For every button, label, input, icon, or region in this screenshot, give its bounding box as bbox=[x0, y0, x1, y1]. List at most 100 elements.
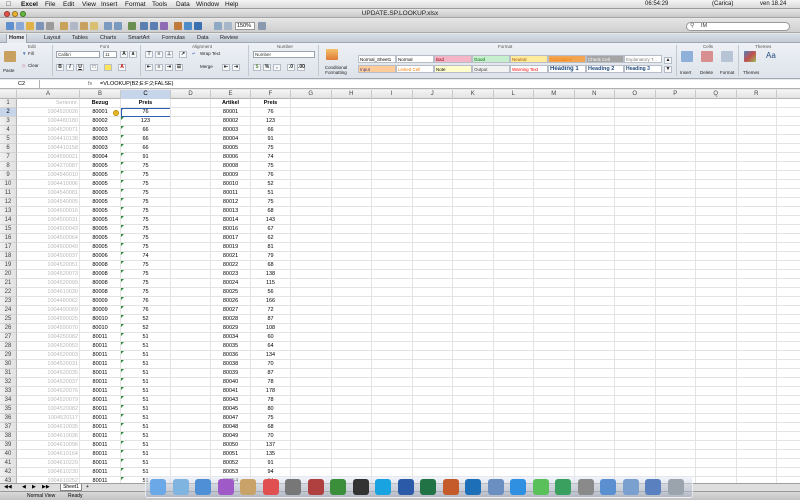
tab-tables[interactable]: Tables bbox=[70, 34, 90, 43]
header-cell-bezug[interactable]: Bezug bbox=[80, 99, 120, 108]
dock-photo-booth-icon[interactable] bbox=[307, 479, 324, 495]
cell-bezug[interactable]: 80005 bbox=[80, 216, 120, 225]
cell-artikel[interactable]: 80021 bbox=[211, 252, 250, 261]
row-header[interactable]: 30 bbox=[0, 360, 17, 369]
style-check-cell[interactable]: Check Cell bbox=[586, 55, 624, 63]
cell-preis-lookup[interactable]: 115 bbox=[251, 279, 290, 288]
cell-artikel[interactable]: 80034 bbox=[211, 333, 250, 342]
cell-artikel[interactable]: 80010 bbox=[211, 180, 250, 189]
cell-bezug[interactable]: 80010 bbox=[80, 315, 120, 324]
cell-artikel[interactable]: 80002 bbox=[211, 117, 250, 126]
error-indicator-icon[interactable] bbox=[121, 270, 124, 273]
cell-preis[interactable]: 51 bbox=[121, 333, 170, 342]
style-calculation[interactable]: Calculation bbox=[548, 55, 586, 63]
row-header[interactable]: 4 bbox=[0, 126, 17, 135]
cell-preis-lookup[interactable]: 91 bbox=[251, 135, 290, 144]
cell-preis-lookup[interactable]: 74 bbox=[251, 153, 290, 162]
undo-icon[interactable] bbox=[104, 22, 112, 30]
error-indicator-icon[interactable] bbox=[121, 180, 124, 183]
cell-seriennr[interactable]: 1004520082 bbox=[17, 405, 79, 414]
cell-preis-lookup[interactable]: 60 bbox=[251, 333, 290, 342]
cell-preis-lookup[interactable]: 79 bbox=[251, 252, 290, 261]
cell-bezug[interactable]: 80011 bbox=[80, 405, 120, 414]
dock-applications-icon[interactable] bbox=[645, 479, 661, 495]
header-cell-preis[interactable]: Preis bbox=[121, 99, 170, 108]
cell-seriennr[interactable]: 1004480180 bbox=[17, 117, 79, 126]
menu-help[interactable]: Help bbox=[225, 0, 238, 9]
cell-preis-lookup[interactable]: 134 bbox=[251, 351, 290, 360]
error-indicator-icon[interactable] bbox=[121, 450, 124, 453]
cell-artikel[interactable]: 80039 bbox=[211, 369, 250, 378]
style-heading-1[interactable]: Heading 1 bbox=[548, 65, 586, 73]
cell-preis[interactable]: 75 bbox=[121, 216, 170, 225]
cell-artikel[interactable]: 80016 bbox=[211, 225, 250, 234]
row-header[interactable]: 20 bbox=[0, 270, 17, 279]
dock-calculator-icon[interactable] bbox=[285, 479, 301, 495]
increase-indent-icon[interactable]: ⇥ bbox=[232, 64, 240, 71]
row-header[interactable]: 40 bbox=[0, 450, 17, 459]
cell-seriennr[interactable]: 1004410138 bbox=[17, 135, 79, 144]
menu-edit[interactable]: Edit bbox=[63, 0, 74, 9]
reference-tools-icon[interactable] bbox=[224, 22, 232, 30]
dock-itunes-icon[interactable] bbox=[217, 479, 234, 495]
cell-preis-lookup[interactable]: 75 bbox=[251, 162, 290, 171]
row-header[interactable]: 2 bbox=[0, 108, 17, 117]
cell-preis-lookup[interactable]: 75 bbox=[251, 198, 290, 207]
insert-cells-icon[interactable] bbox=[681, 51, 693, 62]
cell-preis-lookup[interactable]: 75 bbox=[251, 144, 290, 153]
apple-menu-icon[interactable]:  bbox=[6, 0, 11, 9]
row-header[interactable]: 37 bbox=[0, 423, 17, 432]
dock-ical-icon[interactable] bbox=[262, 479, 279, 495]
row-header[interactable]: 38 bbox=[0, 432, 17, 441]
fill-button[interactable]: Fill bbox=[28, 51, 34, 56]
column-header-a[interactable]: A bbox=[17, 90, 80, 99]
cell-bezug[interactable]: 80005 bbox=[80, 162, 120, 171]
error-indicator-icon[interactable] bbox=[121, 216, 124, 219]
cell-artikel[interactable]: 80009 bbox=[211, 171, 250, 180]
error-indicator-icon[interactable] bbox=[121, 414, 124, 417]
row-header[interactable]: 34 bbox=[0, 396, 17, 405]
sheet-tab-sheet1[interactable]: Sheet1 bbox=[60, 484, 82, 491]
column-header-e[interactable]: E bbox=[211, 90, 251, 99]
cell-bezug[interactable]: 80011 bbox=[80, 360, 120, 369]
cell-preis-lookup[interactable]: 138 bbox=[251, 270, 290, 279]
cell-bezug[interactable]: 80002 bbox=[80, 117, 120, 126]
cell-bezug[interactable]: 80005 bbox=[80, 180, 120, 189]
cell-preis-lookup[interactable]: 52 bbox=[251, 180, 290, 189]
cell-preis-lookup[interactable]: 76 bbox=[251, 108, 290, 117]
cell-preis[interactable]: 75 bbox=[121, 198, 170, 207]
cell-preis[interactable]: 66 bbox=[121, 126, 170, 135]
column-header-g[interactable]: G bbox=[291, 90, 332, 99]
cell-preis[interactable]: 51 bbox=[121, 369, 170, 378]
cell-preis-lookup[interactable]: 78 bbox=[251, 396, 290, 405]
cell-preis[interactable]: 51 bbox=[121, 378, 170, 387]
cell-bezug[interactable]: 80011 bbox=[80, 369, 120, 378]
style-note[interactable]: Note bbox=[434, 65, 472, 73]
error-indicator-icon[interactable] bbox=[121, 369, 124, 372]
cell-preis-lookup[interactable]: 70 bbox=[251, 360, 290, 369]
dock-word-icon[interactable] bbox=[397, 479, 414, 495]
cell-preis[interactable]: 76 bbox=[121, 306, 170, 315]
menu-insert[interactable]: Insert bbox=[101, 0, 117, 9]
copy-icon[interactable] bbox=[70, 22, 78, 30]
cell-bezug[interactable]: 80011 bbox=[80, 351, 120, 360]
cell-preis-lookup[interactable]: 108 bbox=[251, 324, 290, 333]
column-header-o[interactable]: O bbox=[615, 90, 656, 99]
select-all-corner[interactable] bbox=[0, 90, 17, 99]
row-header[interactable]: 11 bbox=[0, 189, 17, 198]
cell-bezug[interactable]: 80005 bbox=[80, 171, 120, 180]
cell-seriennr[interactable]: 1004540010 bbox=[17, 171, 79, 180]
style-neutral[interactable]: Neutral bbox=[510, 55, 548, 63]
cell-seriennr[interactable]: 1004480062 bbox=[17, 297, 79, 306]
menu-view[interactable]: View bbox=[82, 0, 96, 9]
error-indicator-icon[interactable] bbox=[121, 288, 124, 291]
fill-icon[interactable]: ▼ bbox=[22, 51, 26, 56]
style-normal[interactable]: Normal bbox=[396, 55, 434, 63]
error-indicator-icon[interactable] bbox=[121, 360, 124, 363]
cell-bezug[interactable]: 80011 bbox=[80, 468, 120, 477]
error-indicator-icon[interactable] bbox=[121, 423, 124, 426]
save-icon[interactable] bbox=[36, 22, 44, 30]
cell-bezug[interactable]: 80008 bbox=[80, 279, 120, 288]
cell-preis[interactable]: 75 bbox=[121, 261, 170, 270]
cell-artikel[interactable]: 80043 bbox=[211, 396, 250, 405]
